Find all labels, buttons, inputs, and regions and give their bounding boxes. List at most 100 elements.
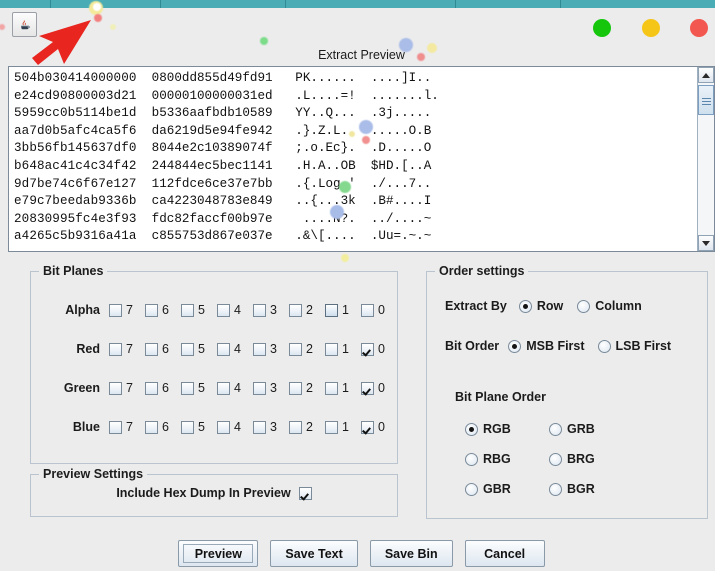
bit-checkbox-blue-0[interactable]: 0 xyxy=(361,420,397,434)
hexdump-ascii: PK...... ....]I.. xyxy=(295,71,432,85)
hexdump-line: a4265c5b9316a41a c855753d867e037e .&\[..… xyxy=(14,228,697,246)
bit-plane-channel-label: Blue xyxy=(72,420,100,434)
bit-checkbox-alpha-4[interactable]: 4 xyxy=(217,303,253,317)
radio-bit-plane-order-gbr[interactable]: GBR xyxy=(465,482,549,496)
bit-checkbox-red-7[interactable]: 7 xyxy=(109,342,145,356)
hexdump-hex2: 244844ec5bec1141 xyxy=(151,158,273,173)
radio-extract-by-row[interactable]: Row xyxy=(518,299,563,313)
bit-plane-row-green: Green 7 6 5 4 3 2 1 0 xyxy=(31,378,397,398)
hexdump-hex1: 3bb56fb145637df0 xyxy=(14,141,137,156)
scrollbar-thumb[interactable] xyxy=(698,85,714,115)
extract-preview-window: Extract Preview 504b030414000000 0800dd8… xyxy=(8,8,715,571)
window-close-button[interactable] xyxy=(690,19,708,37)
save-text-button[interactable]: Save Text xyxy=(270,540,358,567)
bit-plane-channel-label: Red xyxy=(76,342,100,356)
hexdump-hex2: 0800dd855d49fd91 xyxy=(151,71,273,85)
cancel-button[interactable]: Cancel xyxy=(464,540,545,567)
bit-checkbox-green-3[interactable]: 3 xyxy=(253,381,289,395)
preview-button[interactable]: Preview xyxy=(178,540,259,567)
hexdump-ascii: ....N?. ../....~ xyxy=(295,211,432,226)
hexdump-line: 3bb56fb145637df0 8044e2c10389074f ;.o.Ec… xyxy=(14,140,697,158)
hexdump-hex1: 20830995fc4e3f93 xyxy=(14,211,137,226)
java-coffee-cup-icon[interactable] xyxy=(12,12,37,37)
bit-checkbox-alpha-1[interactable]: 1 xyxy=(325,303,361,317)
hexdump-ascii: .&\[.... .Uu=.~.~ xyxy=(295,229,432,244)
radio-bit-order-msb-first[interactable]: MSB First xyxy=(508,339,585,353)
bit-planes-group: Bit Planes Alpha 7 6 5 4 3 2 1 0 Red 7 6… xyxy=(30,264,398,464)
radio-bit-plane-order-grb[interactable]: GRB xyxy=(549,422,633,436)
bit-checkbox-alpha-6[interactable]: 6 xyxy=(145,303,181,317)
hexdump-hex1: 9d7be74c6f67e127 xyxy=(14,176,137,191)
bit-checkbox-red-4[interactable]: 4 xyxy=(217,342,253,356)
hexdump-ascii: .L....=! .......l. xyxy=(295,88,439,103)
bit-checkbox-red-5[interactable]: 5 xyxy=(181,342,217,356)
bit-checkbox-green-5[interactable]: 5 xyxy=(181,381,217,395)
radio-bit-order-lsb-first[interactable]: LSB First xyxy=(597,339,671,353)
bit-checkbox-alpha-2[interactable]: 2 xyxy=(289,303,325,317)
bit-plane-channel-label: Green xyxy=(63,381,100,395)
bit-checkbox-red-6[interactable]: 6 xyxy=(145,342,181,356)
order-settings-group: Order settings Extract By Row Column Bit… xyxy=(426,264,708,519)
window-maximize-button[interactable] xyxy=(642,19,660,37)
desktop-top-strip xyxy=(0,0,715,8)
page-title: Extract Preview xyxy=(318,48,405,62)
extract-by-row: Extract By Row Column xyxy=(445,299,642,313)
hexdump-hex2: b5336aafbdb10589 xyxy=(151,106,273,121)
bit-planes-legend: Bit Planes xyxy=(39,264,108,278)
radio-bit-plane-order-rbg[interactable]: RBG xyxy=(465,452,549,466)
hexdump-textarea[interactable]: 504b030414000000 0800dd855d49fd91 PK....… xyxy=(8,66,715,252)
hexdump-hex1: 504b030414000000 xyxy=(14,71,137,85)
bit-checkbox-green-1[interactable]: 1 xyxy=(325,381,361,395)
java-icon-glyph xyxy=(21,20,30,30)
bit-checkbox-green-4[interactable]: 4 xyxy=(217,381,253,395)
include-hex-dump-row[interactable]: Include Hex Dump In Preview xyxy=(31,486,397,500)
hexdump-content: 504b030414000000 0800dd855d49fd91 PK....… xyxy=(9,67,697,251)
decorative-dot xyxy=(0,24,5,30)
radio-bit-plane-order-rgb[interactable]: RGB xyxy=(465,422,549,436)
bit-checkbox-red-0[interactable]: 0 xyxy=(361,342,397,356)
bit-checkbox-green-7[interactable]: 7 xyxy=(109,381,145,395)
bit-checkbox-red-3[interactable]: 3 xyxy=(253,342,289,356)
bit-checkbox-alpha-5[interactable]: 5 xyxy=(181,303,217,317)
radio-bit-plane-order-bgr[interactable]: BGR xyxy=(549,482,633,496)
include-hex-dump-checkbox[interactable] xyxy=(298,486,312,500)
hexdump-ascii: .H.A..OB $HD.[..A xyxy=(295,158,432,173)
bit-checkbox-green-0[interactable]: 0 xyxy=(361,381,397,395)
bit-checkbox-blue-7[interactable]: 7 xyxy=(109,420,145,434)
hexdump-hex2: 00000100000031ed xyxy=(151,88,273,103)
bit-checkbox-alpha-0[interactable]: 0 xyxy=(361,303,397,317)
hexdump-ascii: YY..Q... .3j..... xyxy=(295,106,432,121)
hexdump-hex2: 112fdce6ce37e7bb xyxy=(151,176,273,191)
scroll-down-arrow-icon[interactable] xyxy=(698,235,714,251)
bit-checkbox-red-1[interactable]: 1 xyxy=(325,342,361,356)
bit-checkbox-green-2[interactable]: 2 xyxy=(289,381,325,395)
bit-checkbox-alpha-3[interactable]: 3 xyxy=(253,303,289,317)
bit-checkbox-blue-4[interactable]: 4 xyxy=(217,420,253,434)
bit-checkbox-blue-1[interactable]: 1 xyxy=(325,420,361,434)
bit-checkbox-blue-5[interactable]: 5 xyxy=(181,420,217,434)
hexdump-hex1: e79c7beedab9336b xyxy=(14,194,137,209)
bit-checkbox-red-2[interactable]: 2 xyxy=(289,342,325,356)
bit-checkbox-alpha-7[interactable]: 7 xyxy=(109,303,145,317)
hexdump-line: e79c7beedab9336b ca4223048783e849 ..{...… xyxy=(14,193,697,211)
window-minimize-button[interactable] xyxy=(593,19,611,37)
dialog-button-row: Preview Save Text Save Bin Cancel xyxy=(8,540,715,567)
radio-extract-by-column[interactable]: Column xyxy=(577,299,642,313)
bit-plane-row-blue: Blue 7 6 5 4 3 2 1 0 xyxy=(31,417,397,437)
bit-checkbox-blue-2[interactable]: 2 xyxy=(289,420,325,434)
bit-checkbox-green-6[interactable]: 6 xyxy=(145,381,181,395)
hexdump-hex1: 5959cc0b5114be1d xyxy=(14,106,137,121)
bit-checkbox-blue-6[interactable]: 6 xyxy=(145,420,181,434)
hexdump-line: aa7d0b5afc4ca5f6 da6219d5e94fe942 .}.Z.L… xyxy=(14,123,697,141)
scroll-up-arrow-icon[interactable] xyxy=(698,67,714,83)
radio-bit-plane-order-brg[interactable]: BRG xyxy=(549,452,633,466)
hexdump-vertical-scrollbar[interactable] xyxy=(697,67,714,251)
bit-checkbox-blue-3[interactable]: 3 xyxy=(253,420,289,434)
hexdump-hex1: aa7d0b5afc4ca5f6 xyxy=(14,123,137,138)
hexdump-ascii: ;.o.Ec}. .D.....O xyxy=(295,141,432,156)
scrollbar-track[interactable] xyxy=(698,83,714,235)
bit-order-row: Bit Order MSB First LSB First xyxy=(445,339,671,353)
hexdump-ascii: ..{...3k .B#....I xyxy=(295,194,432,209)
save-bin-button[interactable]: Save Bin xyxy=(369,540,453,567)
hexdump-line: 9d7be74c6f67e127 112fdce6ce37e7bb .{.Log… xyxy=(14,176,697,194)
